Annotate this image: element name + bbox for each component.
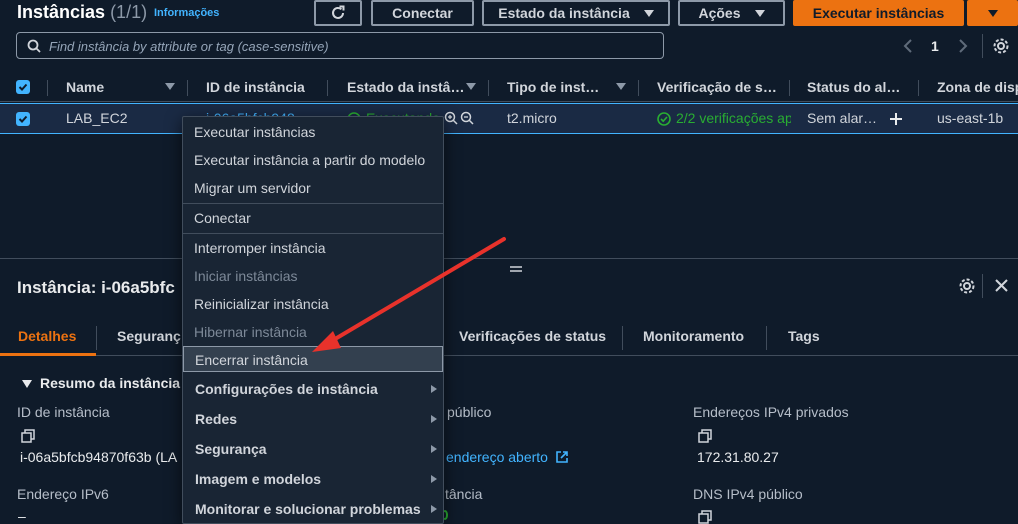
chevron-right-icon: [431, 505, 437, 513]
menu-item-start-instances[interactable]: Iniciar instâncias: [183, 263, 443, 289]
chevron-right-icon[interactable]: [956, 38, 970, 54]
menu-item-reboot-instance[interactable]: Reinicializar instância: [183, 291, 443, 317]
row-alarm-status: Sem alar…: [807, 110, 878, 126]
chevron-down-icon: [643, 9, 654, 17]
column-type[interactable]: Tipo de inst…: [507, 79, 599, 95]
search-input[interactable]: [49, 37, 649, 55]
zoom-out-icon[interactable]: [460, 111, 474, 125]
tab-monitoring[interactable]: Monitoramento: [643, 328, 744, 344]
copy-icon[interactable]: [21, 429, 35, 443]
private-ipv4-value: 172.31.80.27: [697, 449, 779, 465]
copy-icon[interactable]: [698, 429, 712, 443]
select-all-checkbox[interactable]: [16, 80, 30, 94]
chevron-right-icon: [431, 415, 437, 423]
ipv6-label: Endereço IPv6: [17, 486, 109, 502]
page-number[interactable]: 1: [931, 38, 939, 54]
column-status-checks[interactable]: Verificação de s…: [657, 79, 777, 95]
tab-tags[interactable]: Tags: [788, 328, 820, 344]
refresh-button[interactable]: [314, 0, 362, 26]
active-tab-indicator: [0, 353, 96, 356]
column-instance-id[interactable]: ID de instância: [206, 79, 305, 95]
submenu-security[interactable]: Segurança: [183, 436, 443, 462]
external-link-icon[interactable]: [555, 450, 569, 464]
row-name: LAB_EC2: [66, 110, 128, 126]
instance-id-label: ID de instância: [17, 404, 110, 420]
menu-item-launch-from-template[interactable]: Executar instância a partir do modelo: [183, 147, 443, 173]
submenu-image-templates[interactable]: Imagem e modelos: [183, 466, 443, 492]
row-status-checks: 2/2 verificações ap: [676, 110, 791, 126]
state-label: tância: [445, 486, 483, 502]
chevron-down-icon: [987, 9, 998, 17]
column-name[interactable]: Name: [66, 79, 104, 95]
chevron-right-icon: [431, 385, 437, 393]
submenu-instance-settings[interactable]: Configurações de instância: [183, 376, 443, 402]
connect-button[interactable]: Conectar: [371, 0, 474, 26]
submenu-networking[interactable]: Redes: [183, 406, 443, 432]
column-alarm-status[interactable]: Status do al…: [807, 79, 900, 95]
search-bar: [16, 32, 664, 59]
chevron-left-icon[interactable]: [901, 38, 915, 54]
section-title[interactable]: Resumo da instância: [40, 375, 180, 391]
refresh-icon: [332, 5, 345, 19]
settings-gear-icon[interactable]: [992, 37, 1010, 55]
menu-item-terminate-instance[interactable]: Encerrar instância: [183, 346, 443, 372]
public-dns-label: DNS IPv4 público: [693, 486, 803, 502]
context-menu: Executar instâncias Executar instância a…: [182, 116, 444, 524]
divider: [982, 34, 983, 58]
actions-dropdown[interactable]: Ações: [678, 0, 785, 26]
zoom-in-icon[interactable]: [444, 111, 458, 125]
chevron-right-icon: [431, 445, 437, 453]
submenu-monitor-troubleshoot[interactable]: Monitorar e solucionar problemas: [183, 496, 443, 522]
details-tabs: Detalhes Seguranç Verificações de status…: [0, 320, 1018, 356]
success-check-icon: [657, 112, 671, 126]
launch-options-dropdown[interactable]: [967, 0, 1018, 26]
table-row[interactable]: LAB_EC2 i-06a5bfcb948 Executando t2.micr…: [0, 103, 1018, 134]
private-ipv4-label: Endereços IPv4 privados: [693, 404, 849, 420]
row-instance-type: t2.micro: [507, 110, 557, 126]
ipv6-value: –: [18, 508, 26, 524]
settings-gear-icon[interactable]: [958, 277, 976, 295]
column-state[interactable]: Estado da instâ…: [347, 79, 464, 95]
plus-icon[interactable]: [889, 112, 903, 126]
copy-icon[interactable]: [698, 510, 712, 524]
info-link[interactable]: Informações: [154, 7, 219, 19]
column-availability-zone[interactable]: Zona de disp: [937, 79, 1018, 95]
menu-item-hibernate-instance[interactable]: Hibernar instância: [183, 319, 443, 345]
split-divider: [0, 258, 1018, 259]
details-panel-title: Instância: i-06a5bfc: [17, 278, 175, 297]
instance-count: (1/1): [110, 2, 148, 22]
check-icon: [18, 115, 28, 123]
drag-handle-icon[interactable]: [510, 265, 522, 273]
menu-item-stop-instance[interactable]: Interromper instância: [183, 235, 443, 261]
page-title: Instâncias (1/1): [17, 2, 148, 22]
search-icon: [27, 39, 41, 53]
row-checkbox[interactable]: [16, 112, 30, 126]
chevron-down-icon: [754, 9, 765, 17]
instance-id-value: i-06a5bfcb94870f63b (LA: [20, 449, 178, 465]
public-ip-label: público: [447, 404, 492, 420]
chevron-right-icon: [431, 475, 437, 483]
tab-status-checks[interactable]: Verificações de status: [459, 328, 606, 344]
tab-details[interactable]: Detalhes: [18, 328, 76, 344]
caret-down-icon[interactable]: [21, 379, 33, 389]
check-icon: [18, 83, 28, 91]
sort-icon[interactable]: [616, 83, 626, 90]
launch-instances-button[interactable]: Executar instâncias: [793, 0, 964, 26]
menu-item-connect[interactable]: Conectar: [183, 205, 443, 231]
row-availability-zone: us-east-1b: [937, 110, 1004, 126]
sort-icon[interactable]: [165, 83, 175, 90]
open-address-link[interactable]: endereço aberto: [446, 449, 548, 465]
instance-state-dropdown[interactable]: Estado da instância: [482, 0, 670, 26]
tab-security[interactable]: Seguranç: [117, 328, 181, 344]
menu-item-migrate-server[interactable]: Migrar um servidor: [183, 175, 443, 201]
close-icon[interactable]: [994, 278, 1009, 293]
table-header: Name ID de instância Estado da instâ… Ti…: [0, 72, 1018, 102]
menu-item-launch-instances[interactable]: Executar instâncias: [183, 119, 443, 145]
sort-icon[interactable]: [466, 83, 476, 90]
